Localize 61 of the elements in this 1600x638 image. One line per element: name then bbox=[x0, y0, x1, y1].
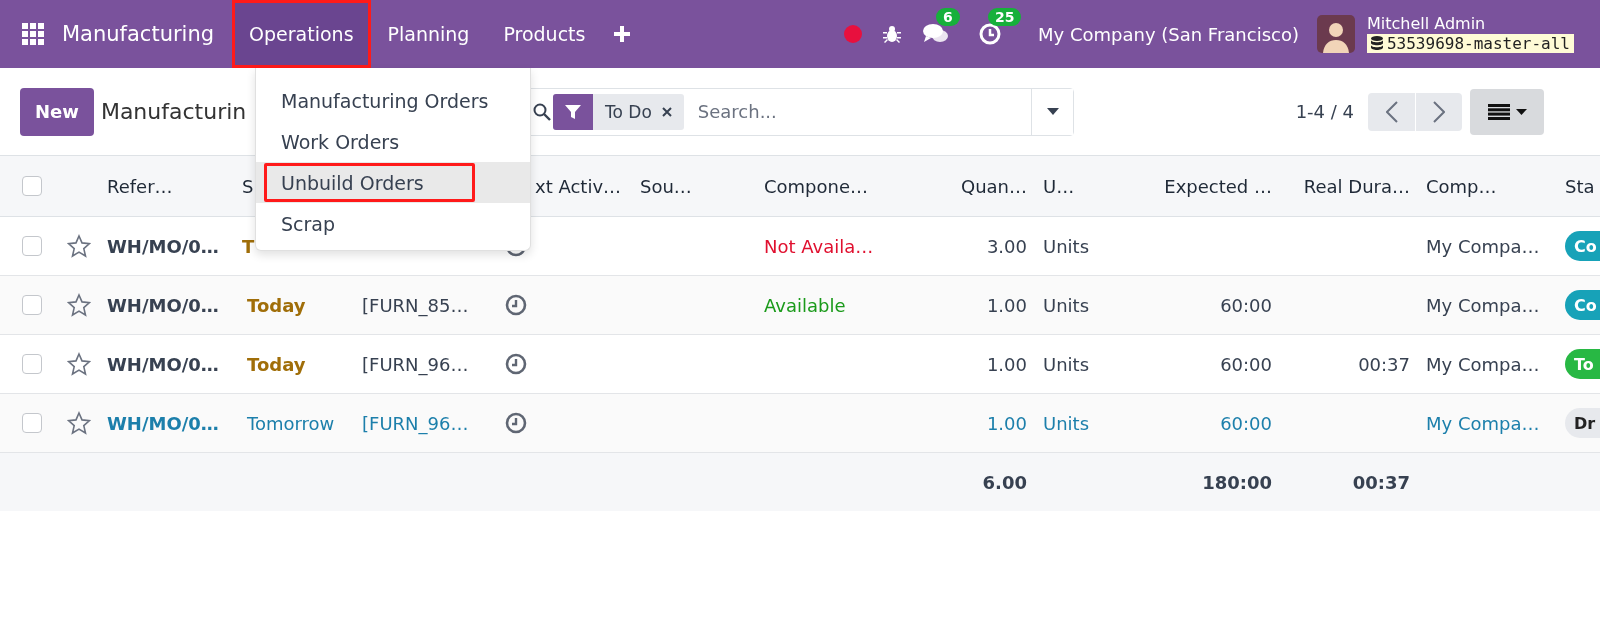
menu-tab[interactable]: Operations bbox=[232, 0, 371, 68]
company-text: My Compa… bbox=[1425, 294, 1541, 316]
menu-tab[interactable]: Products bbox=[486, 0, 603, 68]
quantity-value: 1.00 bbox=[985, 412, 1028, 434]
filter-facet[interactable]: To Do bbox=[553, 93, 684, 130]
unit-text: Units bbox=[1042, 353, 1091, 375]
product-text: [FURN_96… bbox=[361, 412, 470, 434]
column-header[interactable]: Comp… bbox=[1418, 175, 1558, 197]
scheduled-date: Today bbox=[246, 353, 307, 375]
column-header[interactable]: U… bbox=[1035, 175, 1110, 197]
facet-label: To Do bbox=[604, 101, 653, 122]
reference-text: WH/MO/0… bbox=[106, 412, 220, 434]
column-header[interactable]: Expected … bbox=[1110, 175, 1280, 197]
component-status: Not Availa… bbox=[763, 235, 875, 257]
message-count-badge: 6 bbox=[936, 8, 960, 26]
total-value: 6.00 bbox=[981, 471, 1028, 493]
status-badge: Co bbox=[1565, 290, 1600, 320]
column-header[interactable]: Real Dura… bbox=[1280, 175, 1418, 197]
company-text: My Compa… bbox=[1425, 412, 1541, 434]
product-text: [FURN_96… bbox=[361, 353, 470, 375]
dropdown-menu-item[interactable]: Scrap bbox=[256, 203, 530, 244]
product-text: [FURN_85… bbox=[361, 294, 470, 316]
total-value: 00:37 bbox=[1351, 471, 1411, 493]
scheduled-date: Tomorrow bbox=[246, 412, 336, 434]
company-text: My Compa… bbox=[1425, 235, 1541, 257]
status-badge: Co bbox=[1565, 231, 1600, 261]
scheduled-date: Today bbox=[246, 294, 307, 316]
scheduled-date: T bbox=[241, 235, 256, 257]
unit-text: Units bbox=[1042, 412, 1091, 434]
database-name: 53539698-master-all bbox=[1386, 34, 1570, 53]
app-name: Manufacturing bbox=[62, 22, 215, 46]
component-status: Available bbox=[763, 294, 847, 316]
quantity-value: 1.00 bbox=[985, 294, 1028, 316]
total-value: 180:00 bbox=[1201, 471, 1273, 493]
pager-value: 1-4 / 4 bbox=[1295, 101, 1354, 122]
duration-value: 60:00 bbox=[1219, 412, 1273, 434]
reference-text: WH/MO/0… bbox=[106, 353, 220, 375]
column-header[interactable]: Refer… bbox=[100, 175, 238, 197]
user-name: Mitchell Admin bbox=[1366, 14, 1487, 33]
status-badge: Dr bbox=[1565, 408, 1600, 438]
new-button[interactable]: New bbox=[20, 87, 94, 136]
duration-value: 00:37 bbox=[1357, 353, 1411, 375]
duration-value: 60:00 bbox=[1219, 294, 1273, 316]
unit-text: Units bbox=[1042, 294, 1091, 316]
quantity-value: 3.00 bbox=[985, 235, 1028, 257]
reference-text: WH/MO/0… bbox=[106, 294, 220, 316]
unit-text: Units bbox=[1042, 235, 1091, 257]
menu-tab[interactable]: Planning bbox=[370, 0, 487, 68]
status-badge: To bbox=[1565, 349, 1600, 379]
dropdown-menu-item[interactable]: Unbuild Orders bbox=[256, 162, 530, 203]
activity-count-badge: 25 bbox=[988, 8, 1022, 26]
duration-value: 60:00 bbox=[1219, 353, 1273, 375]
column-header[interactable]: Quan… bbox=[905, 175, 1035, 197]
company-name[interactable]: My Company (San Francisco) bbox=[1038, 23, 1299, 45]
column-header[interactable]: Compone… bbox=[745, 175, 905, 197]
breadcrumb[interactable]: Manufacturin bbox=[100, 99, 247, 124]
column-header[interactable]: Sta bbox=[1558, 175, 1600, 197]
quantity-value: 1.00 bbox=[985, 353, 1028, 375]
column-header[interactable]: Sou… bbox=[620, 175, 745, 197]
company-text: My Compa… bbox=[1425, 353, 1541, 375]
reference-text: WH/MO/0… bbox=[106, 235, 220, 257]
